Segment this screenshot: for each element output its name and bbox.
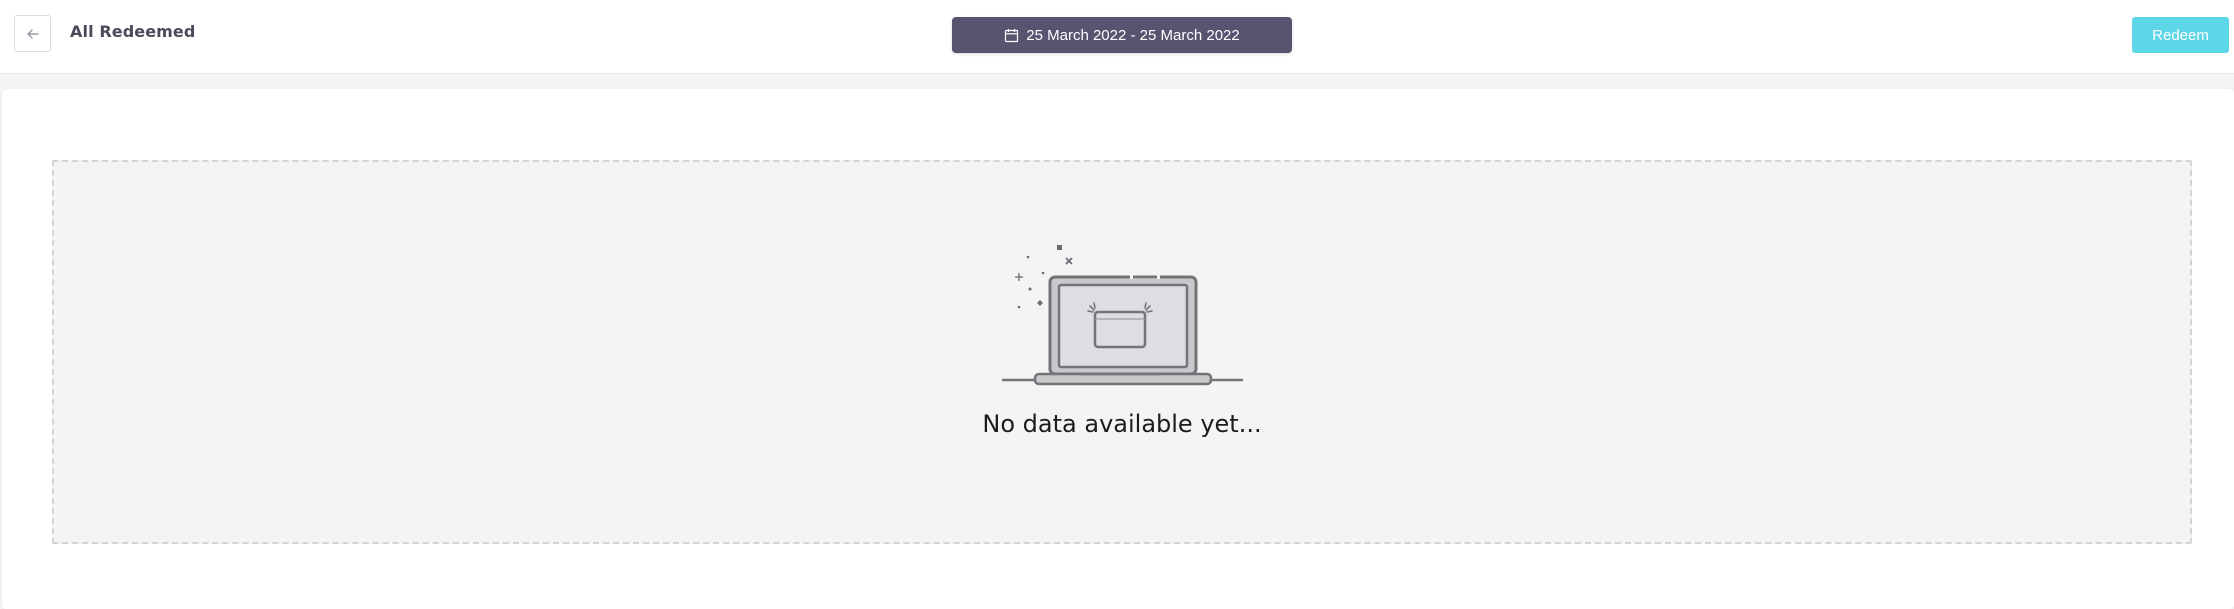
empty-state-message: No data available yet...	[982, 410, 1262, 438]
empty-laptop-icon	[1001, 245, 1244, 386]
calendar-icon	[1005, 28, 1019, 42]
back-button[interactable]	[14, 15, 51, 52]
redeem-button[interactable]: Redeem	[2132, 17, 2229, 53]
date-range-button[interactable]: 25 March 2022 - 25 March 2022	[952, 17, 1292, 53]
top-bar: All Redeemed 25 March 2022 - 25 March 20…	[0, 0, 2234, 74]
page-title: All Redeemed	[70, 22, 196, 41]
arrow-left-icon	[26, 28, 39, 39]
date-range-label: 25 March 2022 - 25 March 2022	[1026, 26, 1240, 44]
